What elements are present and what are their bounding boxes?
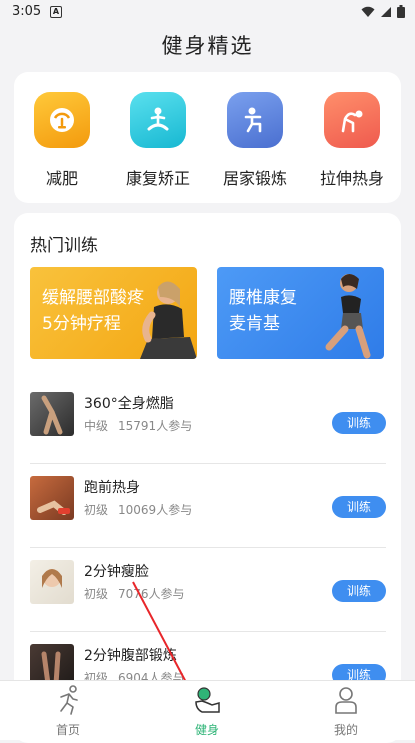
list-item[interactable]: 360°全身燃脂 中级 15791人参与 训练 xyxy=(30,380,386,464)
status-bar: 3:05 A xyxy=(0,0,415,24)
scale-icon xyxy=(34,92,90,148)
meditation-icon xyxy=(130,92,186,148)
bottom-tabbar: 首页 健身 我的 xyxy=(0,680,415,740)
tab-label: 我的 xyxy=(333,723,358,737)
category-label: 康复矫正 xyxy=(125,169,190,188)
item-meta: 初级 7076人参与 xyxy=(84,587,185,601)
status-time: 3:05 xyxy=(12,4,42,19)
category-card: 减肥 康复矫正 居家锻炼 拉伸热身 xyxy=(14,72,401,203)
category-stretch[interactable]: 拉伸热身 xyxy=(307,92,397,189)
thumbnail-image xyxy=(30,560,74,604)
tab-label: 健身 xyxy=(194,723,219,737)
home-workout-icon xyxy=(227,92,283,148)
category-label: 居家锻炼 xyxy=(222,169,287,188)
thumbnail-image xyxy=(30,392,74,436)
thumbnail-image xyxy=(30,476,74,520)
notification-icon: A xyxy=(50,6,62,18)
tab-label: 首页 xyxy=(55,723,80,737)
category-label: 拉伸热身 xyxy=(319,169,384,188)
category-weight-loss[interactable]: 减肥 xyxy=(17,92,107,189)
item-title: 跑前热身 xyxy=(84,480,140,496)
train-button[interactable]: 训练 xyxy=(332,580,386,602)
category-label: 减肥 xyxy=(45,169,78,188)
status-icons xyxy=(361,5,405,18)
running-icon xyxy=(60,685,78,715)
banner-waist-relief[interactable]: 缓解腰部酸疼 5分钟疗程 xyxy=(30,267,197,359)
item-title: 2分钟腹部锻炼 xyxy=(84,648,177,664)
banner-text: 腰椎康复 麦肯基 xyxy=(229,288,297,334)
signal-icon xyxy=(381,6,391,17)
tab-profile[interactable]: 我的 xyxy=(296,685,396,738)
list-item[interactable]: 跑前热身 初级 10069人参与 训练 xyxy=(30,464,386,548)
category-home-workout[interactable]: 居家锻炼 xyxy=(210,92,300,189)
train-button[interactable]: 训练 xyxy=(332,412,386,434)
stretch-icon xyxy=(324,92,380,148)
section-title: 热门训练 xyxy=(30,236,98,256)
list-item[interactable]: 2分钟瘦脸 初级 7076人参与 训练 xyxy=(30,548,386,632)
tab-home[interactable]: 首页 xyxy=(18,685,118,738)
tab-fitness[interactable]: 健身 xyxy=(157,685,257,738)
profile-icon xyxy=(335,687,357,714)
hot-training-card: 热门训练 缓解腰部酸疼 5分钟疗程 腰椎康复 麦肯基 360°全身燃脂 中级 1… xyxy=(14,213,401,743)
item-meta: 中级 15791人参与 xyxy=(84,419,193,433)
category-rehab[interactable]: 康复矫正 xyxy=(113,92,203,189)
battery-icon xyxy=(397,5,405,18)
item-meta: 初级 10069人参与 xyxy=(84,503,193,517)
wifi-icon xyxy=(361,6,375,17)
train-button[interactable]: 训练 xyxy=(332,496,386,518)
banner-lumbar-rehab[interactable]: 腰椎康复 麦肯基 xyxy=(217,267,384,359)
page-title: 健身精选 xyxy=(161,34,254,58)
item-title: 2分钟瘦脸 xyxy=(84,564,149,580)
item-title: 360°全身燃脂 xyxy=(84,396,174,412)
fitness-icon xyxy=(195,687,220,713)
banner-text: 缓解腰部酸疼 5分钟疗程 xyxy=(42,288,144,334)
